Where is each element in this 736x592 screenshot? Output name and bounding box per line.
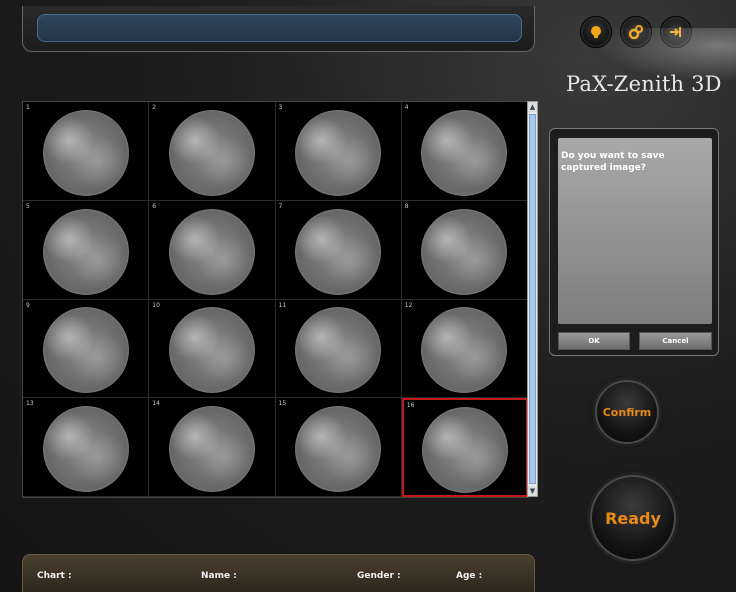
settings-gear-icon[interactable] xyxy=(620,16,652,48)
ct-scan-image xyxy=(168,109,255,196)
patient-info-bar: Chart : Name : Gender : Age : xyxy=(22,554,535,592)
ct-scan-image xyxy=(42,109,129,196)
gear-glyph xyxy=(628,25,643,40)
ct-scan-image xyxy=(168,406,255,493)
thumbnail-cell[interactable]: 8 xyxy=(401,200,528,300)
age-label: Age : xyxy=(456,571,483,581)
thumbnail-cell[interactable]: 13 xyxy=(23,398,150,497)
brand-logo: PaX-Zenith 3D xyxy=(566,72,722,96)
thumbnail-grid: 1 2 3 4 5 6 7 8 9 10 11 12 13 14 15 16 xyxy=(22,101,529,498)
ok-button[interactable]: OK xyxy=(558,332,630,350)
ct-scan-image xyxy=(295,307,382,394)
ct-scan-image xyxy=(42,307,129,394)
chart-label: Chart : xyxy=(37,571,72,581)
ct-scan-image xyxy=(168,208,255,295)
ct-scan-image xyxy=(295,109,382,196)
exit-glyph xyxy=(670,27,681,37)
confirm-button[interactable]: Confirm xyxy=(595,380,659,444)
thumbnail-number: 15 xyxy=(278,400,287,408)
thumbnail-number: 8 xyxy=(404,202,409,210)
thumbnail-number: 3 xyxy=(278,104,283,111)
grid-scrollbar[interactable]: ▲ ▼ xyxy=(527,101,538,497)
cancel-button[interactable]: Cancel xyxy=(639,332,712,350)
thumbnail-number: 9 xyxy=(26,301,30,309)
save-dialog: Do you want to save captured image? OK C… xyxy=(549,128,719,356)
ct-scan-image xyxy=(42,208,129,295)
exit-icon[interactable] xyxy=(660,16,692,48)
thumbnail-cell[interactable]: 2 xyxy=(149,102,276,201)
thumbnail-number: 10 xyxy=(152,301,160,309)
thumbnail-number: 7 xyxy=(278,202,283,210)
ct-scan-image xyxy=(295,208,382,295)
thumbnail-cell[interactable]: 7 xyxy=(275,200,402,300)
thumbnail-number: 5 xyxy=(26,202,30,210)
thumbnail-cell[interactable]: 6 xyxy=(149,200,276,300)
light-bulb-glyph xyxy=(591,26,601,38)
thumbnail-cell[interactable]: 5 xyxy=(23,200,150,300)
thumbnail-cell[interactable]: 15 xyxy=(275,398,402,497)
scroll-thumb[interactable] xyxy=(529,114,536,484)
ct-scan-image xyxy=(421,109,508,196)
status-field xyxy=(37,14,522,42)
thumbnail-cell[interactable]: 16 xyxy=(401,398,528,497)
ct-scan-image xyxy=(168,307,255,394)
thumbnail-number: 4 xyxy=(404,104,409,111)
ct-scan-image xyxy=(295,406,382,493)
thumbnail-number: 2 xyxy=(152,104,157,111)
ct-scan-image xyxy=(421,208,508,295)
ct-scan-image xyxy=(42,406,129,493)
thumbnail-cell[interactable]: 11 xyxy=(275,299,402,399)
thumbnail-cell[interactable]: 4 xyxy=(401,102,528,201)
thumbnail-cell[interactable]: 9 xyxy=(23,299,150,399)
scroll-down-arrow[interactable]: ▼ xyxy=(528,486,537,496)
thumbnail-number: 11 xyxy=(278,301,287,309)
thumbnail-number: 12 xyxy=(404,301,413,309)
thumbnail-cell[interactable]: 3 xyxy=(275,102,402,201)
scroll-up-arrow[interactable]: ▲ xyxy=(528,102,537,112)
thumbnail-number: 6 xyxy=(152,202,157,210)
ct-scan-image xyxy=(421,307,508,394)
ct-scan-image xyxy=(421,406,508,493)
name-label: Name : xyxy=(201,571,237,581)
thumbnail-cell[interactable]: 14 xyxy=(149,398,276,497)
thumbnail-number: 1 xyxy=(26,104,30,111)
thumbnail-number: 16 xyxy=(406,402,415,410)
thumbnail-number: 14 xyxy=(152,400,160,408)
thumbnail-number: 13 xyxy=(26,400,34,408)
gender-label: Gender : xyxy=(357,571,401,581)
ready-button[interactable]: Ready xyxy=(590,475,676,561)
light-bulb-icon[interactable] xyxy=(580,16,612,48)
dialog-message: Do you want to save captured image? xyxy=(558,138,712,324)
thumbnail-cell[interactable]: 1 xyxy=(23,102,150,201)
thumbnail-cell[interactable]: 12 xyxy=(401,299,528,399)
thumbnail-cell[interactable]: 10 xyxy=(149,299,276,399)
top-status-frame xyxy=(22,6,535,52)
